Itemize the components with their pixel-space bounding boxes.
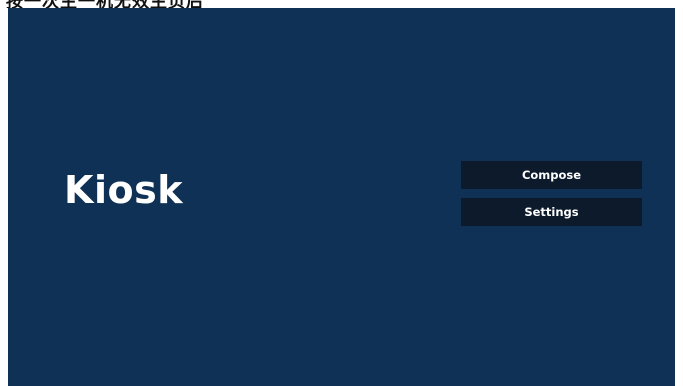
top-clipped-caption: 按一次主一机无效主页后 <box>0 0 683 8</box>
kiosk-home-screen: Kiosk Compose Settings <box>8 8 675 386</box>
app-title: Kiosk <box>64 168 183 212</box>
clipped-caption-text: 按一次主一机无效主页后 <box>6 0 204 8</box>
settings-button[interactable]: Settings <box>461 198 642 226</box>
compose-button[interactable]: Compose <box>461 161 642 189</box>
